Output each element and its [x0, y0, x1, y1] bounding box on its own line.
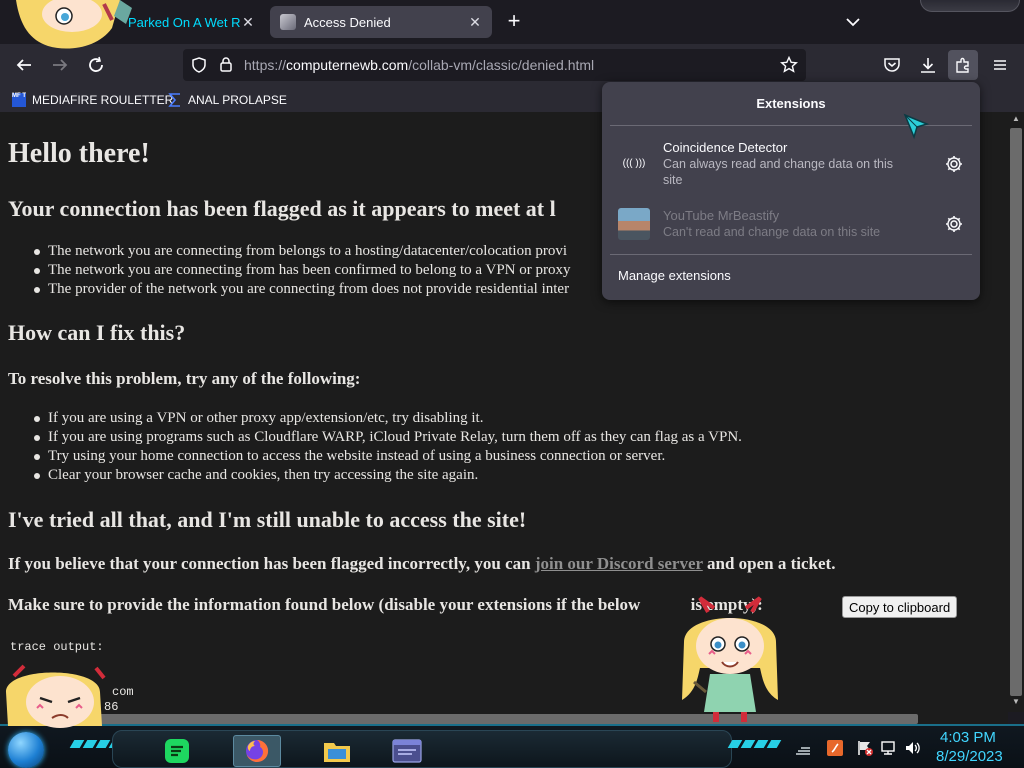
taskbar-apps	[112, 730, 732, 768]
flagged-heading: Your connection has been flagged as it a…	[8, 196, 556, 221]
extension-name: Coincidence Detector	[663, 140, 788, 155]
radio-waves-icon: ((( )))	[622, 158, 646, 169]
chevron-down-icon[interactable]	[843, 12, 863, 32]
mouse-cursor-icon	[902, 112, 930, 145]
list-item: If you are using a VPN or other proxy ap…	[30, 409, 742, 428]
list-item: Try using your home connection to access…	[30, 447, 742, 466]
shield-icon[interactable]	[191, 57, 207, 78]
provide-info-main: Make sure to provide the information fou…	[8, 595, 641, 614]
downloads-icon[interactable]	[913, 50, 943, 80]
manage-extensions-button[interactable]: Manage extensions	[618, 268, 731, 283]
lock-icon[interactable]	[218, 56, 234, 78]
list-item: The provider of the network you are conn…	[30, 280, 571, 299]
network-monitor-icon[interactable]	[880, 739, 898, 757]
volume-speaker-icon[interactable]	[904, 739, 922, 757]
window-edge-decoration	[920, 0, 1020, 12]
horizontal-scroll-thumb[interactable]	[30, 714, 918, 724]
gear-icon[interactable]	[944, 214, 964, 234]
file-explorer-icon[interactable]	[313, 735, 361, 767]
tab-title: Access Denied	[304, 14, 391, 30]
scroll-up-arrow-icon[interactable]: ▲	[1010, 114, 1022, 126]
site-favicon-icon	[280, 14, 296, 30]
list-item: The network you are connecting from belo…	[30, 242, 571, 261]
firefox-app-icon[interactable]	[233, 735, 281, 767]
trace-output-label: trace output:	[10, 640, 104, 654]
clock-time[interactable]: 4:03 PM	[940, 729, 996, 746]
tried-heading: I've tried all that, and I'm still unabl…	[8, 507, 527, 532]
close-icon[interactable]: ✕	[239, 13, 257, 31]
start-button[interactable]	[8, 732, 44, 768]
cartoon-character-sticker-bottom-center	[680, 596, 780, 729]
bookmark-mediafire[interactable]: MF T MEDIAFIRE ROULETTER	[12, 90, 173, 110]
mrbeast-avatar-icon	[618, 208, 650, 240]
discord-link[interactable]: join our Discord server	[535, 554, 703, 573]
resolve-heading: To resolve this problem, try any of the …	[8, 369, 361, 388]
extensions-panel-title: Extensions	[756, 96, 826, 111]
url-host: computernewb.com	[286, 57, 409, 73]
copy-to-clipboard-button[interactable]: Copy to clipboard	[842, 596, 958, 618]
list-item: The network you are connecting from has …	[30, 261, 571, 280]
network-bars-icon[interactable]	[794, 739, 812, 757]
extension-description: Can always read and change data on this …	[663, 157, 894, 187]
reasons-list: The network you are connecting from belo…	[30, 242, 571, 299]
gear-icon[interactable]	[944, 154, 964, 174]
bookmark-second[interactable]: ANAL PROLAPSE	[168, 90, 287, 110]
bookmark-label: ANAL PROLAPSE	[188, 93, 287, 107]
tab-access-denied[interactable]: Access Denied ✕	[270, 6, 492, 38]
navigation-toolbar: https://computernewb.com/collab-vm/class…	[0, 44, 1024, 86]
action-center-flag-icon[interactable]	[856, 739, 874, 757]
incorrect-suffix: and open a ticket.	[702, 554, 836, 573]
new-tab-plus-icon[interactable]: +	[502, 10, 526, 34]
url-text[interactable]: https://computernewb.com/collab-vm/class…	[244, 57, 594, 73]
extension-name: YouTube MrBeastify	[663, 208, 780, 223]
spotify-app-icon[interactable]	[153, 735, 201, 767]
taskbar-decoration	[727, 740, 782, 750]
cartoon-character-sticker-bottom-left	[4, 662, 108, 733]
taskbar: 4:03 PM 8/29/2023	[0, 724, 1024, 768]
mediafire-icon: MF T	[12, 93, 26, 107]
java-update-icon[interactable]	[826, 739, 844, 757]
incorrect-prefix: If you believe that your connection has …	[8, 554, 535, 573]
window-app-icon[interactable]	[383, 735, 431, 767]
url-path: /collab-vm/classic/denied.html	[408, 57, 595, 73]
list-item: Clear your browser cache and cookies, th…	[30, 466, 742, 485]
star-bookmark-icon[interactable]	[780, 55, 798, 79]
clock-date[interactable]: 8/29/2023	[936, 748, 1003, 765]
bookmark-label: MEDIAFIRE ROULETTER	[32, 93, 174, 107]
list-item: If you are using programs such as Cloudf…	[30, 428, 742, 447]
tab-strip: Parked On A Wet Roa ✕ Access Denied ✕ +	[0, 0, 1024, 44]
fix-heading: How can I fix this?	[8, 320, 186, 345]
divider	[610, 254, 972, 255]
cartoon-character-sticker-top-left	[8, 0, 133, 55]
extension-item-youtube-mrbeastify[interactable]: YouTube MrBeastify Can't read and change…	[602, 202, 980, 258]
scroll-down-arrow-icon[interactable]: ▼	[1010, 697, 1022, 709]
close-icon[interactable]: ✕	[466, 13, 484, 31]
hamburger-menu-icon[interactable]	[985, 50, 1015, 80]
page-title: Hello there!	[8, 138, 150, 169]
extension-description: Can't read and change data on this site	[663, 225, 881, 239]
trace-line: com	[112, 685, 134, 699]
url-scheme: https://	[244, 57, 287, 73]
vertical-scroll-thumb[interactable]	[1010, 128, 1022, 696]
fixes-list: If you are using a VPN or other proxy ap…	[30, 409, 742, 485]
address-bar[interactable]: https://computernewb.com/collab-vm/class…	[183, 49, 806, 81]
extensions-puzzle-icon[interactable]	[948, 50, 978, 80]
pocket-icon[interactable]	[877, 50, 907, 80]
incorrect-flag-text: If you believe that your connection has …	[8, 554, 835, 574]
sigma-icon	[168, 93, 182, 107]
provide-info-text: Make sure to provide the information fou…	[8, 595, 763, 615]
